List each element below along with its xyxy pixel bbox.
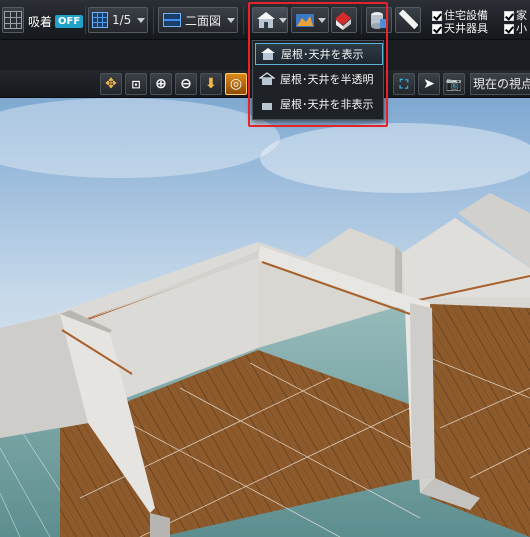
snap-label: 吸着 <box>28 14 53 29</box>
fit-view-button[interactable]: ⛶ <box>393 73 415 95</box>
zoom-out-icon: ⊖ <box>180 76 192 92</box>
grid-toggle-button[interactable] <box>2 7 24 33</box>
select-button[interactable]: ➤ <box>418 73 440 95</box>
checkbox-label: 家 <box>516 9 527 22</box>
view-mode-select[interactable]: 二面図 <box>158 7 238 33</box>
scale-value: 1/5 <box>112 13 132 27</box>
3d-viewport[interactable] <box>0 98 530 537</box>
menu-item-label: 屋根･天井を表示 <box>281 48 364 61</box>
current-viewpoint-button[interactable]: 現在の視点 <box>470 73 530 95</box>
snap-state-badge: OFF <box>55 14 84 28</box>
house-translucent-icon <box>259 72 275 85</box>
chevron-down-icon <box>227 17 236 23</box>
house-roof-icon <box>257 12 275 28</box>
walk-down-button[interactable]: ⬇ <box>200 73 222 95</box>
snap-toggle[interactable]: 吸着 OFF <box>28 12 84 30</box>
move-arrows-icon: ✥ <box>105 76 117 92</box>
checkbox-housing-equipment[interactable]: 住宅設備 <box>432 9 488 22</box>
camera-icon: 📷 <box>445 76 463 92</box>
chevron-down-icon <box>279 17 287 23</box>
app-window: 吸着 OFF 1/5 二面図 住宅設備 天井器具 家 小 ✥ ⊡ ⊕ ⊖ ⬇ ◎… <box>0 0 530 537</box>
menu-item-label: 屋根･天井を半透明 <box>280 73 374 86</box>
house-roof-icon <box>261 48 275 60</box>
checkbox-box[interactable] <box>504 23 514 34</box>
menu-item-hide-roof[interactable]: 屋根･天井を非表示 <box>255 93 383 115</box>
checkbox-ceiling-fixtures[interactable]: 天井器具 <box>432 22 488 35</box>
zoom-window-button[interactable]: ⊡ <box>125 73 147 95</box>
zoom-window-icon: ⊡ <box>131 77 141 91</box>
screenshot-button[interactable]: 📷 <box>443 73 465 95</box>
zoom-in-button[interactable]: ⊕ <box>150 73 172 95</box>
cylinder-icon <box>371 12 387 29</box>
checkbox-furniture[interactable]: 家 <box>504 9 527 22</box>
roof-display-button[interactable] <box>252 7 288 33</box>
house-exterior-button[interactable] <box>331 7 357 33</box>
terrain-view-button[interactable] <box>291 7 329 33</box>
rotate-icon: ◎ <box>229 76 243 92</box>
fit-view-icon: ⛶ <box>399 76 409 91</box>
rotate-view-button[interactable]: ◎ <box>225 73 247 95</box>
arrow-down-icon: ⬇ <box>205 76 217 92</box>
house-3d-icon <box>335 12 351 30</box>
zoom-out-button[interactable]: ⊖ <box>175 73 197 95</box>
zoom-in-icon: ⊕ <box>155 76 167 92</box>
menu-item-label: 屋根･天井を非表示 <box>280 98 374 111</box>
chevron-down-icon <box>318 17 326 23</box>
roof-display-menu: 屋根･天井を表示 屋根･天井を半透明 屋根･天井を非表示 <box>252 40 384 120</box>
chart-view-icon <box>296 14 314 27</box>
checkbox-label: 小 <box>516 22 527 35</box>
house-no-roof-icon <box>262 103 272 110</box>
two-view-icon <box>163 13 181 27</box>
3d-objects-button[interactable] <box>366 7 392 33</box>
measure-button[interactable] <box>395 7 421 33</box>
grid-icon <box>4 11 22 29</box>
menu-item-show-roof[interactable]: 屋根･天井を表示 <box>255 43 383 65</box>
chevron-down-icon <box>137 17 146 23</box>
ruler-icon <box>398 10 418 30</box>
main-toolbar: 吸着 OFF 1/5 二面図 住宅設備 天井器具 家 小 <box>0 0 530 40</box>
scale-select[interactable]: 1/5 <box>88 7 148 33</box>
menu-item-translucent-roof[interactable]: 屋根･天井を半透明 <box>255 68 383 90</box>
checkbox-small-items[interactable]: 小 <box>504 22 527 35</box>
pan-button[interactable]: ✥ <box>100 73 122 95</box>
checkbox-box[interactable] <box>432 10 442 21</box>
checkbox-box[interactable] <box>432 23 442 34</box>
room-3d-render <box>0 98 530 537</box>
checkbox-label: 住宅設備 <box>444 9 488 22</box>
checkbox-box[interactable] <box>504 10 514 21</box>
checkbox-label: 天井器具 <box>444 22 488 35</box>
cursor-arrow-icon: ➤ <box>423 76 435 92</box>
display-checkboxes-right: 家 小 <box>504 9 527 35</box>
scale-grid-icon <box>92 12 108 28</box>
view-mode-label: 二面図 <box>185 13 222 28</box>
display-checkboxes: 住宅設備 天井器具 <box>432 9 488 35</box>
